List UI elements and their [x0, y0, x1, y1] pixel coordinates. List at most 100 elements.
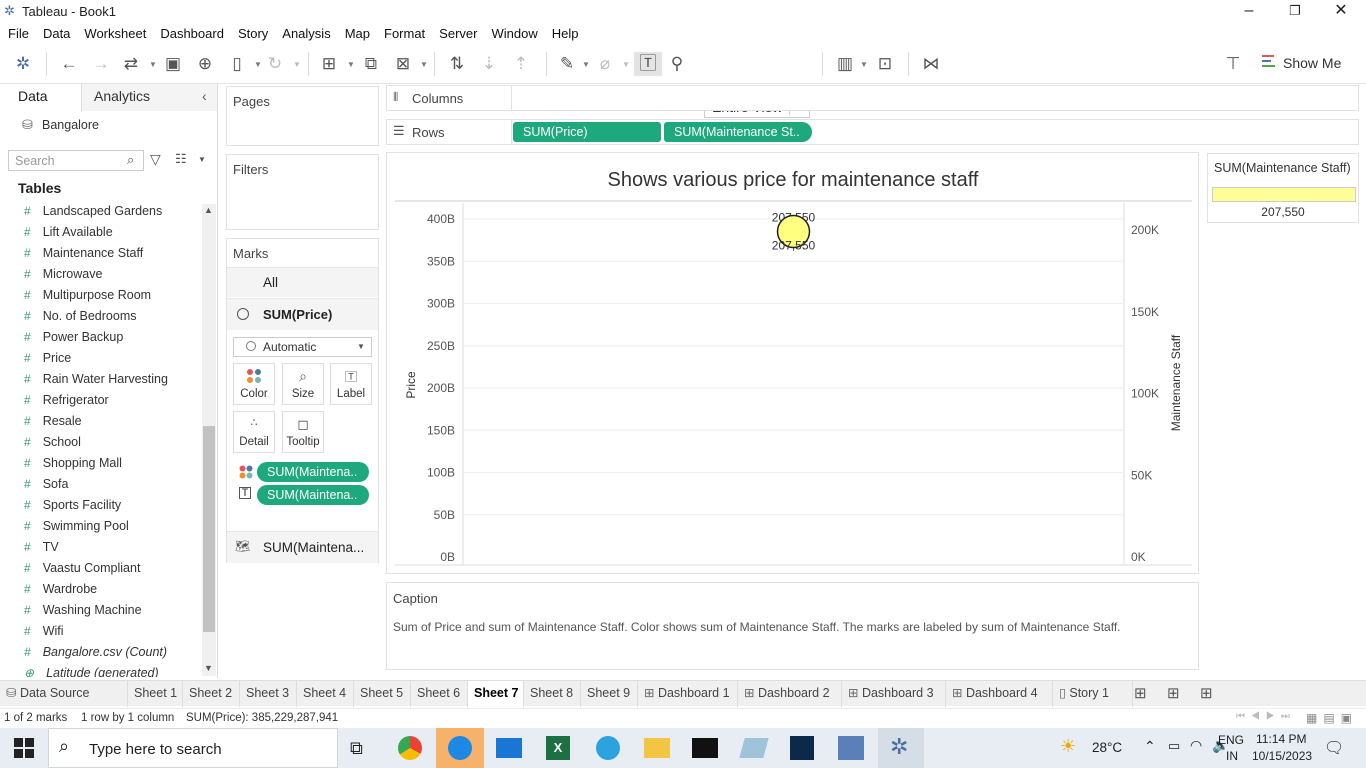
sheet-tab[interactable]: Sheet 6 [411, 681, 468, 707]
notification-icon[interactable]: 🗨 [1324, 738, 1344, 758]
menu-file[interactable]: File [8, 22, 29, 41]
refresh-icon[interactable]: ↻ [264, 54, 286, 74]
detail-button[interactable]: ∴ Detail [233, 411, 275, 453]
menu-story[interactable]: Story [238, 22, 268, 41]
label-button[interactable]: 🅃 Label [330, 363, 372, 405]
menu-map[interactable]: Map [345, 22, 370, 41]
sheet-tab[interactable]: Sheet 1 [128, 681, 183, 707]
show-me-icon[interactable] [1262, 54, 1276, 70]
field-count[interactable]: # Bangalore.csv (Count) [24, 642, 167, 663]
save-icon[interactable]: ▣ [162, 54, 184, 74]
tab-analytics[interactable]: Analytics [94, 88, 150, 104]
new-dashboard-icon[interactable]: ⊞ [1167, 684, 1180, 702]
chevron-down-icon[interactable]: ▼ [860, 60, 868, 69]
size-button[interactable]: ⌕ Size [282, 363, 324, 405]
share-icon[interactable]: ⋈ [920, 54, 942, 74]
sheet-tab[interactable]: Sheet 2 [183, 681, 240, 707]
scroll-down-icon[interactable]: ▼ [204, 663, 213, 673]
wifi-icon[interactable]: ◠ [1190, 737, 1202, 754]
sheet-tab[interactable]: ⊞ Dashboard 4 [946, 681, 1053, 707]
field-item[interactable]: # Wardrobe [24, 579, 97, 600]
mark-type-select[interactable]: Automatic ▼ [233, 337, 372, 357]
scroll-up-icon[interactable]: ▲ [204, 205, 213, 215]
windows-start-icon[interactable] [14, 738, 34, 761]
pin-icon[interactable]: ⚲ [666, 54, 688, 74]
swap-icon[interactable]: ⇄ [120, 54, 142, 74]
show-cards-icon[interactable]: ▥ [834, 54, 856, 74]
duplicate-icon[interactable]: ⧉ [360, 54, 382, 74]
sort-ascending-icon[interactable]: ⇣ [478, 54, 500, 74]
pause-updates-icon[interactable]: ▯ [226, 54, 248, 74]
minimize-icon[interactable]: – [1226, 0, 1272, 22]
app-dark-icon[interactable] [790, 736, 814, 760]
field-item[interactable]: # TV [24, 537, 59, 558]
menu-data[interactable]: Data [43, 22, 70, 41]
clear-sheet-icon[interactable]: ⊠ [392, 54, 414, 74]
columns-shelf[interactable]: ⦀ Columns [386, 85, 1359, 111]
sheet-tab[interactable]: Sheet 3 [240, 681, 297, 707]
marks-all-row[interactable]: All [227, 267, 378, 297]
field-latitude[interactable]: ⊕ Latitude (generated) [24, 663, 159, 677]
weather-icon[interactable]: ☀ [1060, 736, 1076, 757]
color-button[interactable]: Color [233, 363, 275, 405]
menu-dashboard[interactable]: Dashboard [160, 22, 224, 41]
new-datasource-icon[interactable]: ⊕ [194, 54, 216, 74]
sheet-tab[interactable]: ⊞ Dashboard 2 [738, 681, 842, 707]
filters-card[interactable]: Filters [226, 154, 379, 230]
search-input[interactable]: Search ⌕ [8, 150, 144, 171]
group-icon[interactable]: ⌀ [594, 54, 616, 74]
tableau-taskbar-icon[interactable]: ✲ [890, 734, 908, 760]
chevron-down-icon[interactable]: ▼ [347, 60, 355, 69]
tableau-home-icon[interactable]: ✲ [12, 54, 34, 74]
menu-worksheet[interactable]: Worksheet [84, 22, 146, 41]
field-item[interactable]: # Vaastu Compliant [24, 558, 140, 579]
sheet-tab[interactable]: ⊞ Dashboard 3 [842, 681, 946, 707]
terminal-icon[interactable] [692, 738, 718, 758]
rows-shelf[interactable]: ☰ Rows SUM(Price) SUM(Maintenance St.. [386, 119, 1359, 145]
sheet-tab[interactable]: Sheet 8 [524, 681, 581, 707]
field-item[interactable]: # Sofa [24, 474, 68, 495]
sheet-tab[interactable]: Sheet 5 [354, 681, 411, 707]
window-app-icon[interactable] [838, 736, 864, 760]
edge-icon[interactable] [448, 736, 472, 760]
mail-icon[interactable] [496, 738, 522, 758]
tab-data[interactable]: Data [18, 88, 48, 104]
field-item[interactable]: # Washing Machine [24, 600, 142, 621]
tooltip-button[interactable]: ◻ Tooltip [282, 411, 324, 453]
rows-pill-maintenance[interactable]: SUM(Maintenance St.. [664, 122, 812, 142]
field-item[interactable]: # Lift Available [24, 222, 113, 243]
weather-temp[interactable]: 28°C [1092, 740, 1122, 755]
close-icon[interactable]: ✕ [1318, 0, 1364, 22]
format-painter-icon[interactable]: ⊤ [1222, 54, 1244, 74]
rows-pill-price[interactable]: SUM(Price) [513, 122, 661, 142]
sheet-tab[interactable]: Sheet 7 [468, 681, 524, 707]
color-legend[interactable]: SUM(Maintenance Staff) 207,550 [1207, 153, 1359, 223]
app-icon[interactable] [739, 738, 769, 758]
redo-icon[interactable]: → [90, 54, 112, 74]
sheet-tab[interactable]: ⛁ Data Source [0, 681, 128, 707]
menu-window[interactable]: Window [491, 22, 537, 41]
swap-rows-columns-icon[interactable]: ⇅ [446, 54, 468, 74]
chrome-icon[interactable] [398, 736, 422, 760]
field-item[interactable]: # Sports Facility [24, 495, 121, 516]
chevron-down-icon[interactable]: ▼ [293, 60, 301, 69]
marks-sum-maint-row[interactable]: 🗺 SUM(Maintena... [227, 531, 378, 563]
new-story-icon[interactable]: ⊞ [1200, 684, 1213, 702]
undo-icon[interactable]: ← [58, 54, 80, 74]
view-mode-icons[interactable]: ▦▤▣ [1306, 711, 1358, 725]
chevron-down-icon[interactable]: ▼ [149, 60, 157, 69]
pages-card[interactable]: Pages [226, 86, 379, 146]
sheet-tab[interactable]: Sheet 9 [581, 681, 638, 707]
chevron-down-icon[interactable]: ▼ [622, 60, 630, 69]
chevron-down-icon[interactable]: ▼ [420, 60, 428, 69]
field-scrollbar-thumb[interactable] [203, 426, 215, 632]
field-item[interactable]: # Price [24, 348, 71, 369]
chevron-down-icon[interactable]: ▼ [582, 60, 590, 69]
chevron-up-icon[interactable]: ⌃ [1144, 738, 1156, 755]
highlight-icon[interactable]: ✎ [556, 54, 578, 74]
excel-icon[interactable]: X [546, 736, 570, 760]
chevron-down-icon[interactable]: ▼ [198, 155, 206, 164]
chevron-down-icon[interactable]: ▼ [254, 60, 262, 69]
field-item[interactable]: # Resale [24, 411, 82, 432]
field-item[interactable]: # Swimming Pool [24, 516, 129, 537]
